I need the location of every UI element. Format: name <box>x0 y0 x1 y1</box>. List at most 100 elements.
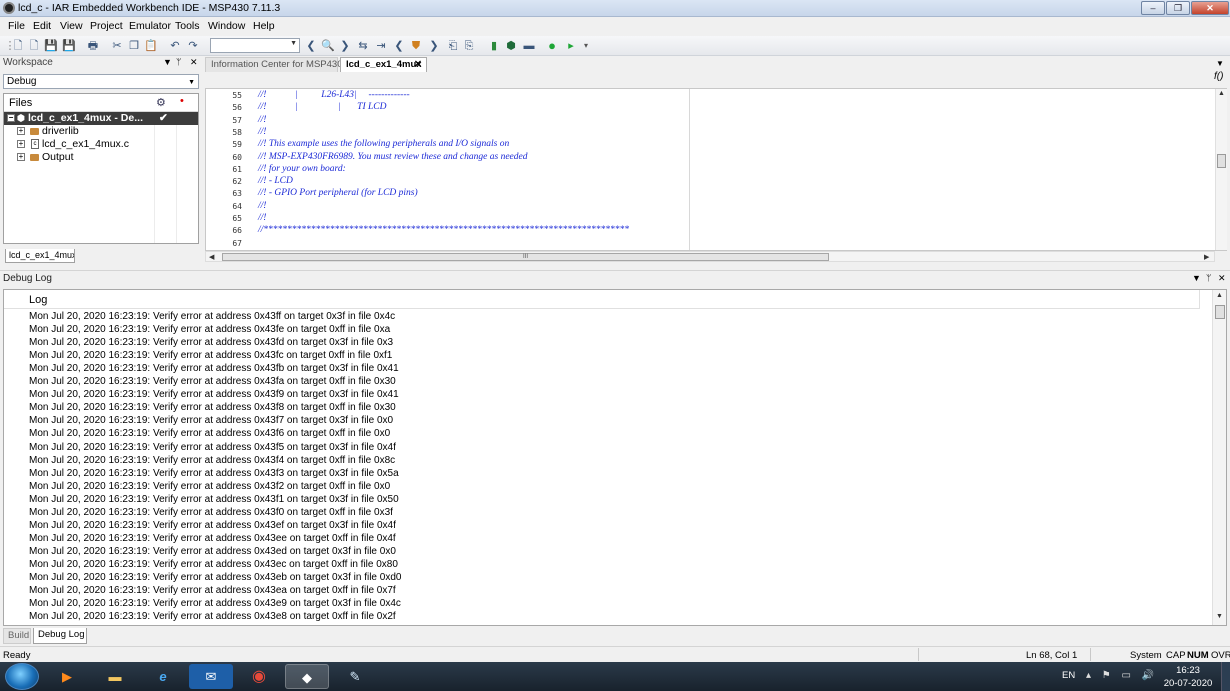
log-entry: Mon Jul 20, 2020 16:23:19: Verify error … <box>29 389 399 401</box>
menu-emulator[interactable]: Emulator <box>129 20 171 32</box>
restore-button[interactable]: ❐ <box>1166 1 1190 15</box>
navigate-forward-icon[interactable]: ❯ <box>338 39 352 53</box>
print-icon[interactable]: 🖶 <box>86 39 100 53</box>
new-document-icon[interactable]: 🗋 <box>27 39 41 53</box>
tree-item-project[interactable]: − ⬢ lcd_c_ex1_4mux - De... ✔ <box>4 112 198 125</box>
tree-item-driverlib[interactable]: + driverlib <box>4 125 198 138</box>
scroll-up-icon[interactable]: ▲ <box>1216 292 1223 299</box>
scroll-down-icon[interactable]: ▼ <box>1216 613 1223 620</box>
menu-file[interactable]: File <box>8 20 25 32</box>
close-window-button[interactable]: ✕ <box>1191 1 1229 15</box>
expand-icon[interactable]: + <box>17 140 25 148</box>
copy-icon[interactable]: ❐ <box>127 39 141 53</box>
save-all-icon[interactable]: 💾 <box>62 39 76 53</box>
redo-icon[interactable]: ↷ <box>186 39 200 53</box>
workspace-tab[interactable]: lcd_c_ex1_4mux <box>5 249 75 263</box>
close-icon[interactable]: ✕ <box>190 57 198 68</box>
internet-explorer-task-icon[interactable]: e <box>141 664 185 689</box>
start-button[interactable] <box>5 663 39 690</box>
make-icon[interactable]: ⬢ <box>504 39 518 53</box>
bookmark-icon[interactable]: ⛊ <box>409 39 423 53</box>
file-explorer-task-icon[interactable]: ▬ <box>93 664 137 689</box>
menu-tools[interactable]: Tools <box>175 20 200 32</box>
outlook-task-icon[interactable]: ✉ <box>189 664 233 689</box>
menu-view[interactable]: View <box>60 20 83 32</box>
files-panel: Files ⚙ • − ⬢ lcd_c_ex1_4mux - De... ✔ +… <box>3 93 199 244</box>
scrollbar-thumb[interactable]: III <box>222 253 829 261</box>
debug-without-download-icon[interactable]: ▸ <box>564 39 578 53</box>
scroll-left-icon[interactable]: ◀ <box>209 253 214 261</box>
iar-workbench-task-icon[interactable]: ◆ <box>285 664 329 689</box>
log-column-label: Log <box>29 294 48 306</box>
collapse-icon[interactable]: − <box>7 114 15 122</box>
tab-debug-log[interactable]: Debug Log <box>33 628 87 644</box>
expand-icon[interactable]: + <box>17 127 25 135</box>
status-separator <box>1090 648 1091 661</box>
status-text: Ready <box>3 650 31 661</box>
line-number: 64 <box>232 201 242 211</box>
menu-window[interactable]: Window <box>208 20 245 32</box>
code-editor[interactable]: 55 56 57 58 59 60 61 62 63 64 65 66 67 //! | L26-L43… <box>205 88 1227 251</box>
pin-icon[interactable]: ᛘ <box>176 57 181 67</box>
show-desktop-button[interactable] <box>1221 662 1230 691</box>
replace-icon[interactable]: ⇆ <box>356 39 370 53</box>
log-entry: Mon Jul 20, 2020 16:23:19: Verify error … <box>29 532 396 544</box>
scrollbar-thumb[interactable] <box>1217 154 1226 168</box>
go-to-next-icon[interactable]: ⎘ <box>462 39 476 53</box>
gear-icon[interactable]: ⚙ <box>156 96 166 109</box>
clock-time[interactable]: 16:23 <box>1164 665 1212 676</box>
tool-app-task-icon[interactable]: ✎ <box>333 664 377 689</box>
tree-item-output[interactable]: + Output <box>4 151 198 164</box>
configuration-select[interactable]: Debug ▼ <box>3 74 199 89</box>
log-column-header[interactable]: Log <box>4 290 1200 309</box>
clock-date[interactable]: 20-07-2020 <box>1160 678 1216 689</box>
tab-information-center[interactable]: Information Center for MSP430 <box>205 57 342 72</box>
scroll-right-icon[interactable]: ▶ <box>1204 253 1209 261</box>
previous-bookmark-icon[interactable]: ❮ <box>392 39 406 53</box>
search-combo[interactable]: ▼ <box>210 38 300 53</box>
language-indicator[interactable]: EN <box>1062 670 1075 681</box>
editor-vertical-scrollbar[interactable]: ▲ <box>1215 89 1227 250</box>
new-file-icon[interactable]: 🗋 <box>11 39 25 53</box>
close-tab-icon[interactable]: ✕ <box>414 58 422 72</box>
paste-icon[interactable]: 📋 <box>144 39 158 53</box>
media-player-task-icon[interactable]: ▶ <box>45 664 89 689</box>
cut-icon[interactable]: ✂ <box>110 39 124 53</box>
c-file-icon: c <box>31 139 39 149</box>
find-icon[interactable]: 🔍 <box>321 39 335 53</box>
function-navigator-icon[interactable]: f() <box>1214 71 1223 82</box>
go-to-icon[interactable]: ⎗ <box>446 39 460 53</box>
download-and-debug-icon[interactable]: ● <box>545 39 559 53</box>
chevron-down-icon[interactable]: ▼ <box>1216 59 1224 68</box>
scrollbar-thumb[interactable] <box>1215 305 1225 319</box>
chevron-down-icon[interactable]: ▼ <box>163 57 172 67</box>
minimize-button[interactable]: ‒ <box>1141 1 1165 15</box>
menu-help[interactable]: Help <box>253 20 275 32</box>
chrome-task-icon[interactable]: ◉ <box>237 664 281 689</box>
stop-build-icon[interactable]: ▬ <box>522 39 536 53</box>
editor-horizontal-scrollbar[interactable]: ◀ III ▶ <box>205 251 1215 262</box>
undo-icon[interactable]: ↶ <box>168 39 182 53</box>
tree-item-source-file[interactable]: + c lcd_c_ex1_4mux.c <box>4 138 198 151</box>
pin-icon[interactable]: ᛘ <box>1206 273 1211 283</box>
debug-log-list[interactable]: Log Mon Jul 20, 2020 16:23:19: Verify er… <box>3 289 1227 626</box>
configuration-value: Debug <box>7 76 37 87</box>
next-bookmark-icon[interactable]: ❯ <box>427 39 441 53</box>
close-icon[interactable]: ✕ <box>1218 273 1226 284</box>
system-tray-icons[interactable]: ▴ ⚑ ▭ 🔊 <box>1086 670 1158 681</box>
indent-icon[interactable]: ⇥ <box>374 39 388 53</box>
save-icon[interactable]: 💾 <box>44 39 58 53</box>
menu-edit[interactable]: Edit <box>33 20 51 32</box>
log-vertical-scrollbar[interactable]: ▲ ▼ <box>1212 290 1226 625</box>
toolbar-overflow-icon[interactable]: ▾ <box>579 39 593 53</box>
log-entry: Mon Jul 20, 2020 16:23:19: Verify error … <box>29 519 396 531</box>
navigate-back-icon[interactable]: ❮ <box>304 39 318 53</box>
compile-icon[interactable]: ▮ <box>487 39 501 53</box>
tab-lcd-source[interactable]: lcd_c_ex1_4mux ✕ <box>340 57 427 72</box>
expand-icon[interactable]: + <box>17 153 25 161</box>
menu-project[interactable]: Project <box>90 20 123 32</box>
log-entry: Mon Jul 20, 2020 16:23:19: Verify error … <box>29 506 393 518</box>
chevron-down-icon[interactable]: ▼ <box>1192 273 1201 283</box>
scroll-up-icon[interactable]: ▲ <box>1218 90 1225 97</box>
tab-build[interactable]: Build <box>3 628 31 644</box>
